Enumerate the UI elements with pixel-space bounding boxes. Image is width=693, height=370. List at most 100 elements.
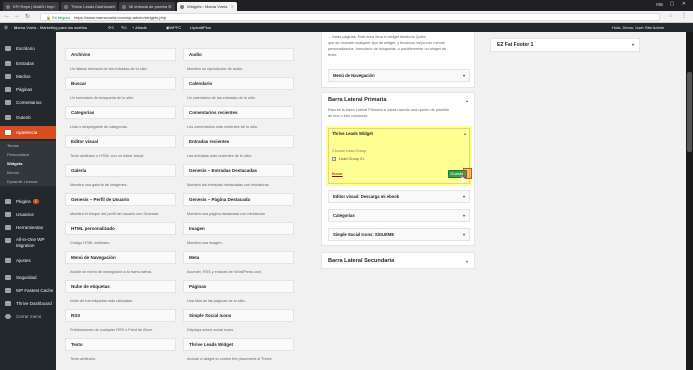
caret-up-icon[interactable]: ▴ (466, 98, 468, 103)
caret-down-icon[interactable]: ▾ (466, 259, 468, 264)
sidebar-item-label: Entradas (16, 61, 35, 66)
admin-sidebar: Escritorio Entradas Medios Páginas Comen… (0, 32, 56, 370)
placed-widget-simple-social[interactable]: Simple Social Icons: SÍGUEME ▾ (328, 228, 470, 241)
widget-description: Las entradas más recientes de tu sitio. (187, 154, 253, 158)
available-widget[interactable]: Buscar (65, 77, 176, 90)
thrive-icon (5, 301, 11, 306)
caret-down-icon[interactable]: ▾ (632, 39, 634, 51)
scrollbar-thumb[interactable] (687, 72, 692, 152)
back-icon[interactable]: ← (4, 13, 10, 19)
submenu-widgets[interactable]: Widgets (0, 159, 56, 168)
available-widget[interactable]: Entradas recientes (183, 135, 294, 148)
available-widget[interactable]: Texto (65, 338, 176, 351)
available-widget[interactable]: RSS (65, 309, 176, 322)
sidebar-item-medios[interactable]: Medios (0, 70, 56, 83)
close-tab-icon[interactable]: ✕ (169, 2, 172, 11)
sidebar-item-label: Herramientas (16, 225, 44, 230)
caret-down-icon[interactable]: ▾ (463, 229, 465, 240)
forward-icon[interactable]: → (14, 13, 20, 19)
widget-description: Muestra una página destacada con miniatu… (187, 212, 265, 216)
browser-menu-icon[interactable]: ⋮ (681, 12, 687, 19)
area-description: ... estas páginas. Este área lleva el wi… (328, 35, 426, 39)
lead-group-checkbox[interactable]: ✓ (332, 157, 336, 161)
new-content-button[interactable]: + Añadir (132, 23, 147, 32)
placed-widget-menu[interactable]: Menú de Navegación ▾ (328, 69, 470, 82)
available-widget[interactable]: Editor visual (65, 135, 176, 148)
widget-description: Muestra las entradas destacadas con mini… (187, 183, 269, 187)
caret-down-icon[interactable]: ▾ (463, 210, 465, 221)
sidebar-collapse[interactable]: Cerrar menú (0, 310, 56, 323)
window-controls[interactable]: — ▢ ✕ (657, 1, 689, 7)
area-title[interactable]: Barra Lateral Primaria (328, 97, 386, 103)
sidebar-item-paginas[interactable]: Páginas (0, 83, 56, 96)
available-widget[interactable]: Genesis – Perfil de Usuario (65, 193, 176, 206)
reload-icon[interactable]: ↻ (25, 13, 30, 20)
sidebar-item-herramientas[interactable]: Herramientas (0, 221, 56, 234)
widget-description: Muestra un reproductor de audio. (187, 67, 244, 71)
available-widget[interactable]: Meta (183, 251, 294, 264)
available-widget[interactable]: Galería (65, 164, 176, 177)
placed-widget-categorias[interactable]: Categorías ▾ (328, 209, 470, 222)
page-scrollbar[interactable] (686, 32, 693, 370)
updates-count[interactable]: ⟳ 3 (108, 23, 114, 32)
sidebar-item-label: Seguridad (16, 275, 37, 280)
widget-description: Un calendario de las entradas de tu siti… (187, 96, 256, 100)
caret-down-icon[interactable]: ▾ (463, 191, 465, 202)
sidebar-item-usuarios[interactable]: Usuarios (0, 208, 56, 221)
available-widget[interactable]: Genesis – Entradas Destacadas (183, 164, 294, 177)
caret-up-icon[interactable]: ▴ (464, 131, 466, 136)
available-widget[interactable]: Archivos (65, 48, 176, 61)
delete-link[interactable]: Borrar (332, 172, 343, 176)
caret-down-icon[interactable]: ▾ (463, 70, 465, 81)
submenu-menus[interactable]: Menús (0, 168, 56, 177)
sidebar-item-entradas[interactable]: Entradas (0, 57, 56, 70)
available-widget[interactable]: Comentarios recientes (183, 106, 294, 119)
close-tab-icon[interactable]: ✕ (111, 2, 114, 11)
wpfc-menu[interactable]: ◉ WPFC (166, 23, 181, 32)
account-menu[interactable]: Hola, Demo. User Site Admin (612, 23, 664, 32)
available-widget[interactable]: Nube de etiquetas (65, 280, 176, 293)
available-widget[interactable]: Menú de Navegación (65, 251, 176, 264)
sidebar-item-gutenberg[interactable]: Gutenb (0, 111, 56, 124)
available-widget[interactable]: Thrive Leads Widget (183, 338, 294, 351)
available-widget[interactable]: Imagen (183, 222, 294, 235)
widget-description: Un formulario de búsqueda de tu sitio. (70, 96, 135, 100)
sidebar-item-fastest-cache[interactable]: WP Fastest Cache (0, 284, 56, 297)
updraft-menu[interactable]: UpdraftPlus (190, 23, 211, 32)
sidebar-item-comentarios[interactable]: Comentarios (0, 96, 56, 109)
sidebar-item-ajustes[interactable]: Ajustes (0, 254, 56, 267)
available-widget[interactable]: HTML personalizado (65, 222, 176, 235)
placed-widget-title[interactable]: Thrive Leads Widget (332, 131, 373, 136)
available-widget[interactable]: Páginas (183, 280, 294, 293)
widget-description: Código HTML arbitrario. (70, 241, 111, 245)
available-widget[interactable]: Calendario (183, 77, 294, 90)
close-tab-icon[interactable]: ✕ (231, 2, 234, 11)
sidebar-item-migration[interactable]: All-in-One WP Migration (0, 234, 56, 252)
widget-area-primary: Barra Lateral Primaria ▴ Esta es la barr… (321, 92, 475, 246)
available-widget[interactable]: Audio (183, 48, 294, 61)
submenu-dynamik-license[interactable]: Dynamik License (0, 177, 56, 186)
sidebar-item-thrive-dashboard[interactable]: Thrive Dashboard (0, 297, 56, 310)
browser-tab[interactable]: Thrive Leads Dashboard ✕ (61, 2, 117, 11)
available-widget[interactable]: Simple Social Icons (183, 309, 294, 322)
wordpress-logo-icon[interactable]: Ⓦ (4, 23, 8, 32)
available-widget[interactable]: Genesis – Página Destacada (183, 193, 294, 206)
submenu-personalizar[interactable]: Personalizar (0, 150, 56, 159)
sidebar-item-escritorio[interactable]: Escritorio (0, 42, 56, 55)
widget-area-footer[interactable]: EZ Fat Footer 1 ▾ (490, 38, 640, 52)
browser-tab-active[interactable]: Widgets ‹ Mama Vuela ✕ (177, 2, 237, 11)
available-widget[interactable]: Categorías (65, 106, 176, 119)
sidebar-item-seguridad[interactable]: Seguridad (0, 271, 56, 284)
close-tab-icon[interactable]: ✕ (53, 2, 56, 11)
browser-tab[interactable]: Mi entrada de prueba © ✕ (119, 2, 175, 11)
url-field[interactable]: 🔒 Es seguro https://www.mamavuela.com/wp-… (40, 13, 660, 21)
comments-count[interactable]: ✎ 0 (121, 23, 127, 32)
placed-widget-editor-visual[interactable]: Editor visual: Descarga mi ebook ▾ (328, 190, 470, 203)
sidebar-item-plugins[interactable]: Plugins 1 (0, 195, 56, 208)
browser-tab[interactable]: KPI Reps | MailCh imp ✕ (3, 2, 59, 11)
sidebar-item-apariencia[interactable]: Apariencia (0, 126, 56, 139)
placed-widget-title: Editor visual: Descarga mi ebook (333, 194, 400, 199)
bookmark-star-icon[interactable]: ☆ (669, 13, 673, 19)
widget-area-secondary[interactable]: Barra Lateral Secundaria ▾ (321, 252, 475, 269)
submenu-temas[interactable]: Temas (0, 141, 56, 150)
